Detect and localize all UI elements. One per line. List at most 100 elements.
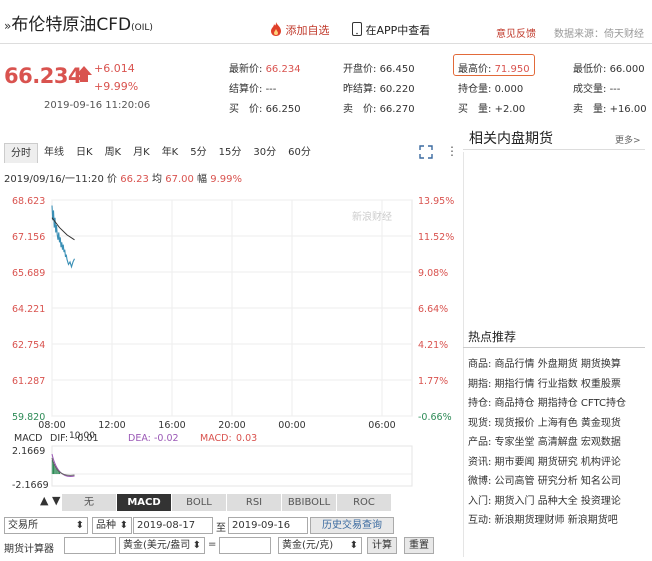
phone-icon bbox=[352, 22, 362, 36]
hot-link-row[interactable]: 产品: 专家坐堂 高清解盘 宏观数据 bbox=[468, 433, 621, 448]
related-futures-title: 相关内盘期货 bbox=[469, 131, 553, 147]
x-tick-label: 00:00 bbox=[278, 420, 305, 431]
date-to-input[interactable]: 2019-09-16 bbox=[228, 517, 308, 534]
reset-button[interactable]: 重置 bbox=[404, 537, 434, 554]
price-chart[interactable]: 68.623 13.95% 67.156 11.52% 65.689 9.08% 64.22… bbox=[0, 186, 462, 491]
hot-link-row[interactable]: 现货: 现货报价 上海有色 黄金现货 bbox=[468, 414, 621, 429]
feedback-link[interactable]: 意见反馈 bbox=[496, 25, 536, 40]
y-tick-label-right: 13.95% bbox=[418, 196, 454, 207]
field-bid-volume: 买 量: +2.00 bbox=[458, 104, 526, 115]
date-from-input[interactable]: 2019-08-17 bbox=[133, 517, 213, 534]
quote-time: 2019-09-16 11:20:06 bbox=[44, 100, 151, 111]
hot-link-row[interactable]: 资讯: 期市要闻 期货研究 机构评论 bbox=[468, 453, 621, 468]
indicator-tab-2[interactable]: BOLL bbox=[172, 494, 227, 511]
y-tick-label-right: 6.64% bbox=[418, 304, 448, 315]
flame-icon bbox=[271, 22, 281, 36]
price-change-pct: +9.99% bbox=[94, 80, 139, 93]
calc-result-input[interactable] bbox=[219, 537, 271, 554]
macd-frame bbox=[51, 445, 413, 487]
fullscreen-icon[interactable] bbox=[419, 145, 433, 159]
macd-y-bottom: -2.1669 bbox=[12, 480, 49, 491]
macd-dif-line bbox=[51, 457, 75, 476]
x-tick-label: 20:00 bbox=[218, 420, 245, 431]
macd-dif-value: -0.01 bbox=[74, 433, 99, 444]
field-ask-volume: 卖 量: +16.00 bbox=[573, 104, 647, 115]
indicator-tab-5[interactable]: ROC bbox=[337, 494, 392, 511]
y-tick-label-right: 11.52% bbox=[418, 232, 454, 243]
hot-link-row[interactable]: 微博: 公司高管 研究分析 知名公司 bbox=[468, 472, 621, 487]
calculate-button[interactable]: 计算 bbox=[367, 537, 397, 554]
header-divider bbox=[0, 43, 652, 44]
y-tick-label-left: 64.221 bbox=[12, 304, 45, 315]
indicator-tabs: 无 MACD BOLL RSI BBIBOLL ROC bbox=[62, 494, 392, 511]
hot-link-row[interactable]: 期指: 期指行情 行业指数 权重股票 bbox=[468, 375, 621, 390]
tab-4[interactable]: 月K bbox=[127, 143, 156, 163]
indicator-tab-0[interactable]: 无 bbox=[62, 494, 117, 511]
calc-unit-from-select[interactable]: 黄金(美元/盎司 ⬍ bbox=[119, 537, 205, 554]
tab-1[interactable]: 年线 bbox=[38, 143, 70, 163]
y-tick-label-left: 61.287 bbox=[12, 376, 45, 387]
tab-9[interactable]: 60分 bbox=[282, 143, 317, 163]
tab-8[interactable]: 30分 bbox=[247, 143, 282, 163]
equals-label: = bbox=[208, 539, 217, 550]
x-tick-label: 16:00 bbox=[158, 420, 185, 431]
more-vertical-icon[interactable]: ⋮ bbox=[446, 144, 458, 158]
x-tick-label: 08:00 bbox=[38, 420, 65, 431]
to-label: 至 bbox=[216, 523, 226, 534]
hot-recommend-divider bbox=[463, 347, 645, 348]
indicator-tab-3[interactable]: RSI bbox=[227, 494, 282, 511]
up-arrow-stem bbox=[80, 74, 88, 82]
y-tick-label-left: 67.156 bbox=[12, 232, 45, 243]
tab-0[interactable]: 分时 bbox=[4, 143, 38, 163]
variety-select[interactable]: 品种 ⬍ bbox=[92, 517, 132, 534]
indicator-tab-4[interactable]: BBIBOLL bbox=[282, 494, 337, 511]
add-watch-button[interactable]: 添加自选 bbox=[270, 22, 330, 38]
macd-label: MACD bbox=[14, 433, 42, 444]
hot-link-row[interactable]: 入门: 期货入门 品种大全 投资理论 bbox=[468, 492, 621, 507]
tab-3[interactable]: 周K bbox=[99, 143, 128, 163]
calc-unit-to-select[interactable]: 黄金(元/克) ⬍ bbox=[278, 537, 362, 554]
field-open-interest: 持仓量: 0.000 bbox=[458, 84, 524, 95]
macd-dea-label: DEA: bbox=[128, 433, 151, 444]
tab-7[interactable]: 15分 bbox=[213, 143, 248, 163]
field-volume: 成交量: --- bbox=[573, 84, 621, 95]
tab-2[interactable]: 日K bbox=[70, 143, 99, 163]
current-price: 66.234 bbox=[4, 64, 83, 88]
page-title: »布伦特原油CFD(OIL) bbox=[4, 15, 153, 35]
macd-dif-label: DIF: bbox=[50, 433, 68, 444]
y-tick-label-left: 62.754 bbox=[12, 340, 45, 351]
right-panel-divider bbox=[463, 152, 464, 557]
history-query-button[interactable]: 历史交易查询 bbox=[310, 517, 394, 534]
macd-macd-value: 0.03 bbox=[236, 433, 257, 444]
y-tick-label-right: 1.77% bbox=[418, 376, 448, 387]
period-tabs: 分时 年线 日K 周K 月K 年K 5分 15分 30分 60分 bbox=[4, 143, 317, 163]
more-link[interactable]: 更多> bbox=[615, 133, 641, 146]
prev-indicator-button[interactable]: ▲ bbox=[40, 494, 48, 507]
price-change: +6.014 bbox=[94, 62, 135, 75]
field-prev-settle: 昨结算: 60.220 bbox=[343, 84, 415, 95]
hot-link-row[interactable]: 商品: 商品行情 外盘期货 期货换算 bbox=[468, 355, 621, 370]
x-tick-label: 06:00 bbox=[368, 420, 395, 431]
field-bid: 买 价: 66.250 bbox=[229, 104, 301, 115]
hot-link-row[interactable]: 互动: 新浪期货理财师 新浪期货吧 bbox=[468, 511, 618, 526]
macd-y-top: 2.1669 bbox=[12, 446, 45, 457]
hot-recommend-title: 热点推荐 bbox=[468, 330, 517, 344]
y-tick-label-left: 65.689 bbox=[12, 268, 45, 279]
field-settle: 结算价: --- bbox=[229, 84, 277, 95]
chart-info-line: 2019/09/16/一11:20 价 66.23 均 67.00 幅 9.99… bbox=[4, 174, 243, 185]
macd-macd-label: MACD: bbox=[200, 433, 232, 444]
indicator-tab-1[interactable]: MACD bbox=[117, 494, 172, 511]
calc-amount-input[interactable] bbox=[64, 537, 116, 554]
y-tick-label-right: 9.08% bbox=[418, 268, 448, 279]
exchange-select[interactable]: 交易所 ⬍ bbox=[4, 517, 88, 534]
tab-5[interactable]: 年K bbox=[156, 143, 185, 163]
field-high: 最高价: 71.950 bbox=[458, 64, 530, 75]
y-tick-label-left: 68.623 bbox=[12, 196, 45, 207]
macd-dea-value: -0.02 bbox=[154, 433, 179, 444]
next-arrow-button[interactable]: ▼ bbox=[52, 494, 60, 507]
y-tick-label-right: -0.66% bbox=[418, 412, 452, 423]
view-in-app-link[interactable]: 在APP中查看 bbox=[352, 22, 430, 38]
macd-dea-line bbox=[51, 453, 75, 478]
tab-6[interactable]: 5分 bbox=[184, 143, 212, 163]
hot-link-row[interactable]: 持仓: 商品持仓 期指持仓 CFTC持仓 bbox=[468, 394, 626, 409]
